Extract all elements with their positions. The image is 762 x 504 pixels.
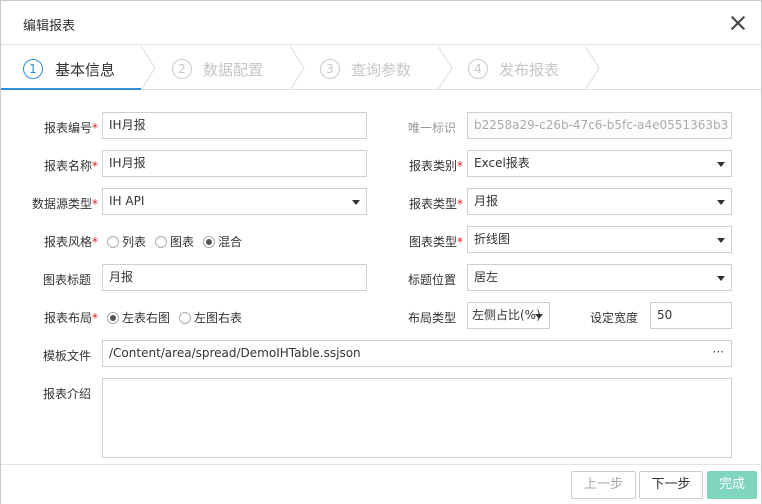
select-value: 折线图 bbox=[474, 232, 511, 246]
unique-id-label: 唯一标识 bbox=[407, 121, 456, 135]
style-radio-list[interactable]: 列表 bbox=[107, 233, 146, 250]
radio-button-selected bbox=[107, 312, 119, 324]
radio-button bbox=[107, 236, 119, 248]
close-icon[interactable] bbox=[728, 13, 748, 33]
radio-button bbox=[155, 236, 167, 248]
step-arrow-icon bbox=[437, 46, 453, 90]
unique-id-field: b2258a29-c26b-47c6-b5fc-a4e0551363b3 bbox=[467, 112, 732, 139]
report-intro-label: 报表介绍 bbox=[42, 387, 91, 401]
report-layout-label: 报表布局* bbox=[43, 311, 98, 325]
template-file-label: 模板文件 bbox=[42, 349, 91, 363]
select-value: 月报 bbox=[474, 194, 499, 208]
prev-step-button[interactable]: 上一步 bbox=[571, 471, 636, 499]
title-position-label: 标题位置 bbox=[407, 273, 456, 287]
step-number: 2 bbox=[172, 59, 192, 79]
edit-report-dialog: 编辑报表 1 基本信息 2 数据配置 3 查询参数 4 发布报表 报表编号* I… bbox=[0, 0, 762, 504]
template-file-input[interactable]: /Content/area/spread/DemoIHTable.ssjson ·… bbox=[102, 340, 732, 367]
wizard-steps: 1 基本信息 2 数据配置 3 查询参数 4 发布报表 bbox=[1, 46, 761, 90]
dialog-titlebar: 编辑报表 bbox=[1, 1, 761, 45]
radio-button bbox=[179, 312, 191, 324]
report-intro-textarea[interactable] bbox=[102, 378, 732, 458]
step-label: 发布报表 bbox=[499, 61, 560, 79]
template-file-value: /Content/area/spread/DemoIHTable.ssjson bbox=[109, 346, 361, 360]
title-position-select[interactable]: 居左 bbox=[467, 264, 732, 291]
step-arrow-icon bbox=[584, 46, 600, 90]
report-code-label: 报表编号* bbox=[43, 121, 98, 135]
chart-type-select[interactable]: 折线图 bbox=[467, 226, 732, 253]
select-value: 左侧占比(%) bbox=[472, 308, 541, 322]
step-label: 基本信息 bbox=[55, 61, 116, 79]
report-category-select[interactable]: Excel报表 bbox=[467, 150, 732, 177]
report-category-label: 报表类别* bbox=[408, 159, 463, 173]
select-value: Excel报表 bbox=[474, 156, 530, 170]
select-value: 居左 bbox=[474, 270, 499, 284]
browse-icon[interactable]: ··· bbox=[713, 341, 724, 365]
select-value: IH API bbox=[109, 194, 145, 208]
chart-type-label: 图表类型* bbox=[408, 235, 463, 249]
chart-title-label: 图表标题 bbox=[42, 273, 91, 287]
report-type-select[interactable]: 月报 bbox=[467, 188, 732, 215]
report-style-label: 报表风格* bbox=[43, 235, 98, 249]
report-name-label: 报表名称* bbox=[43, 159, 98, 173]
step-label: 数据配置 bbox=[203, 61, 264, 79]
style-radio-mixed[interactable]: 混合 bbox=[203, 233, 242, 250]
dialog-footer: 上一步 下一步 完成 bbox=[1, 464, 761, 504]
datasource-type-select[interactable]: IH API bbox=[102, 188, 367, 215]
step-number: 4 bbox=[468, 59, 488, 79]
set-width-input[interactable]: 50 bbox=[650, 302, 732, 329]
datasource-type-label: 数据源类型* bbox=[31, 197, 98, 211]
step-arrow-icon bbox=[140, 46, 156, 90]
radio-button-selected bbox=[203, 236, 215, 248]
step-number: 1 bbox=[23, 59, 43, 79]
chart-title-input[interactable]: 月报 bbox=[102, 264, 367, 291]
step-label: 查询参数 bbox=[351, 61, 412, 79]
active-step-indicator bbox=[1, 88, 141, 90]
report-type-label: 报表类型* bbox=[408, 197, 463, 211]
style-radio-chart[interactable]: 图表 bbox=[155, 233, 194, 250]
next-step-button[interactable]: 下一步 bbox=[639, 471, 703, 499]
layout-radio-chart-left[interactable]: 左图右表 bbox=[179, 309, 242, 326]
finish-button[interactable]: 完成 bbox=[707, 471, 757, 499]
step-arrow-icon bbox=[289, 46, 305, 90]
report-code-input[interactable]: IH月报 bbox=[102, 112, 367, 139]
layout-radio-table-left[interactable]: 左表右图 bbox=[107, 309, 170, 326]
set-width-label: 设定宽度 bbox=[589, 311, 638, 325]
layout-type-select[interactable]: 左侧占比(%) bbox=[467, 302, 550, 329]
step-number: 3 bbox=[320, 59, 340, 79]
dialog-title: 编辑报表 bbox=[23, 19, 76, 34]
report-name-input[interactable]: IH月报 bbox=[102, 150, 367, 177]
layout-type-label: 布局类型 bbox=[407, 311, 456, 325]
